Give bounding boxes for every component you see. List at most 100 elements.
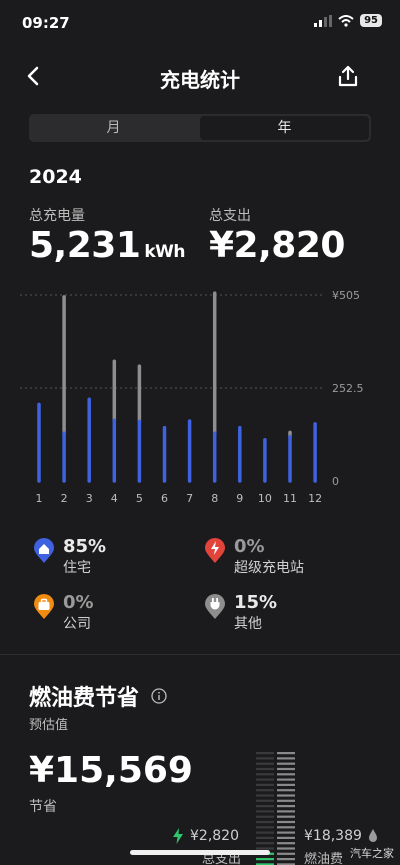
x-tick-label: 7 xyxy=(186,492,193,505)
fuel-savings-title-row: 燃油费节省 xyxy=(29,680,167,712)
supercharger-icon xyxy=(205,538,225,563)
briefcase-icon xyxy=(34,594,54,619)
electric-bar-segment xyxy=(256,757,274,760)
section-divider xyxy=(0,654,400,655)
electric-cost: ¥2,820 xyxy=(172,828,239,844)
electric-bar-segment xyxy=(256,773,274,776)
x-tick-label: 2 xyxy=(61,492,68,505)
fuel-bar-segment xyxy=(277,805,295,808)
fuel-cost-label: 燃油费 xyxy=(304,852,344,865)
legend-other-pct: 15% xyxy=(234,592,278,613)
fuel-bar-segment xyxy=(277,836,295,839)
nav-bar: 充电统计 xyxy=(0,56,400,96)
electric-bar-segment xyxy=(256,842,274,845)
fuel-cost-value: ¥18,389 xyxy=(304,828,362,844)
electric-bar-segment xyxy=(256,820,274,824)
fuel-bar-segment xyxy=(277,847,295,850)
legend-work-pct: 0% xyxy=(63,592,94,613)
fuel-bar-segment xyxy=(277,826,295,829)
fuel-bar-segment xyxy=(277,762,295,765)
bolt-icon xyxy=(173,828,183,844)
legend-supercharger-pct: 0% xyxy=(234,536,265,557)
savings-value: ¥15,569 xyxy=(29,750,193,791)
x-tick-label: 1 xyxy=(36,492,43,505)
savings-comparison-bars xyxy=(256,752,295,865)
status-icons: 95 xyxy=(314,14,382,27)
fuel-bar-segment xyxy=(277,773,295,776)
electric-bar-segment xyxy=(256,826,274,829)
home-icon xyxy=(34,538,54,563)
fuel-savings-subtitle: 预估值 xyxy=(29,718,69,733)
legend-home-name: 住宅 xyxy=(63,560,91,576)
x-tick-label: 10 xyxy=(258,492,272,505)
fuel-bar-segment xyxy=(277,789,295,792)
electric-bar-segment xyxy=(256,799,274,802)
fuel-bar-segment xyxy=(277,794,295,797)
plug-icon xyxy=(205,594,225,619)
electric-bar-segment xyxy=(256,762,274,765)
savings-label: 节省 xyxy=(29,799,57,815)
electric-bar-segment xyxy=(256,810,274,813)
tab-month[interactable]: 月 xyxy=(29,114,198,142)
x-tick-label: 4 xyxy=(111,492,118,505)
fuel-bar-segment xyxy=(277,820,295,824)
x-tick-label: 5 xyxy=(136,492,143,505)
x-tick-label: 9 xyxy=(236,492,243,505)
electric-bar-segment xyxy=(256,831,274,834)
fuel-bar-segment xyxy=(277,852,295,855)
electric-cost-value: ¥2,820 xyxy=(190,828,239,844)
x-tick-label: 3 xyxy=(86,492,93,505)
period-segmented-control: 月 年 xyxy=(29,114,371,142)
fuel-bar-segment xyxy=(277,778,295,781)
status-time: 09:27 xyxy=(22,14,70,32)
x-tick-label: 8 xyxy=(211,492,218,505)
legend-home: 85% 住宅 xyxy=(33,536,106,578)
fuel-drop-icon xyxy=(368,829,377,842)
x-tick-label: 12 xyxy=(308,492,322,505)
electric-bar-segment xyxy=(256,789,274,792)
legend-other: 15% 其他 xyxy=(204,592,277,634)
fuel-bar-segment xyxy=(277,858,295,861)
energy-value: 5,231 xyxy=(29,225,141,266)
fuel-bar-segment xyxy=(277,799,295,802)
electric-bar-segment xyxy=(256,752,274,755)
electric-bar-segment xyxy=(256,815,274,818)
monthly-cost-chart[interactable]: ¥505252.501 2 3 4 5 6 7 8 9 10 11 12 xyxy=(20,280,390,510)
electric-bar-segment xyxy=(256,836,274,839)
electric-bar-segment xyxy=(256,794,274,797)
y-tick-label: 0 xyxy=(332,475,339,488)
cost-value: ¥2,820 xyxy=(209,225,345,266)
fuel-bar-segment xyxy=(277,757,295,760)
wifi-icon xyxy=(338,14,354,27)
x-tick-label: 11 xyxy=(283,492,297,505)
watermark-text: 汽车之家 xyxy=(350,847,394,860)
fuel-savings-title: 燃油费节省 xyxy=(29,686,140,711)
legend-work: 0% 公司 xyxy=(33,592,94,634)
legend-home-pct: 85% xyxy=(63,536,107,557)
cost-label: 总支出 xyxy=(209,208,251,224)
x-tick-label: 6 xyxy=(161,492,168,505)
signal-icon xyxy=(314,14,333,27)
legend-work-name: 公司 xyxy=(63,616,91,632)
home-indicator[interactable] xyxy=(130,850,270,855)
fuel-bar-segment xyxy=(277,783,295,786)
tab-year[interactable]: 年 xyxy=(200,116,369,140)
status-bar: 09:27 95 xyxy=(0,0,400,44)
electric-bar-segment xyxy=(256,858,274,861)
fuel-bar-segment xyxy=(277,842,295,845)
energy-unit: kWh xyxy=(144,242,186,262)
energy-label: 总充电量 xyxy=(29,208,85,224)
fuel-bar-segment xyxy=(277,815,295,818)
legend-supercharger-name: 超级充电站 xyxy=(234,560,304,576)
electric-bar-segment xyxy=(256,805,274,808)
y-tick-label: 252.5 xyxy=(332,382,364,395)
energy-value-row: 5,231 kWh xyxy=(29,225,186,266)
fuel-cost: ¥18,389 xyxy=(304,828,378,844)
battery-indicator: 95 xyxy=(360,14,382,27)
fuel-bar-segment xyxy=(277,831,295,834)
year-label: 2024 xyxy=(29,166,82,188)
info-icon[interactable] xyxy=(151,688,167,704)
y-tick-label: ¥505 xyxy=(332,289,360,302)
electric-bar-segment xyxy=(256,783,274,786)
share-icon[interactable] xyxy=(336,64,360,88)
